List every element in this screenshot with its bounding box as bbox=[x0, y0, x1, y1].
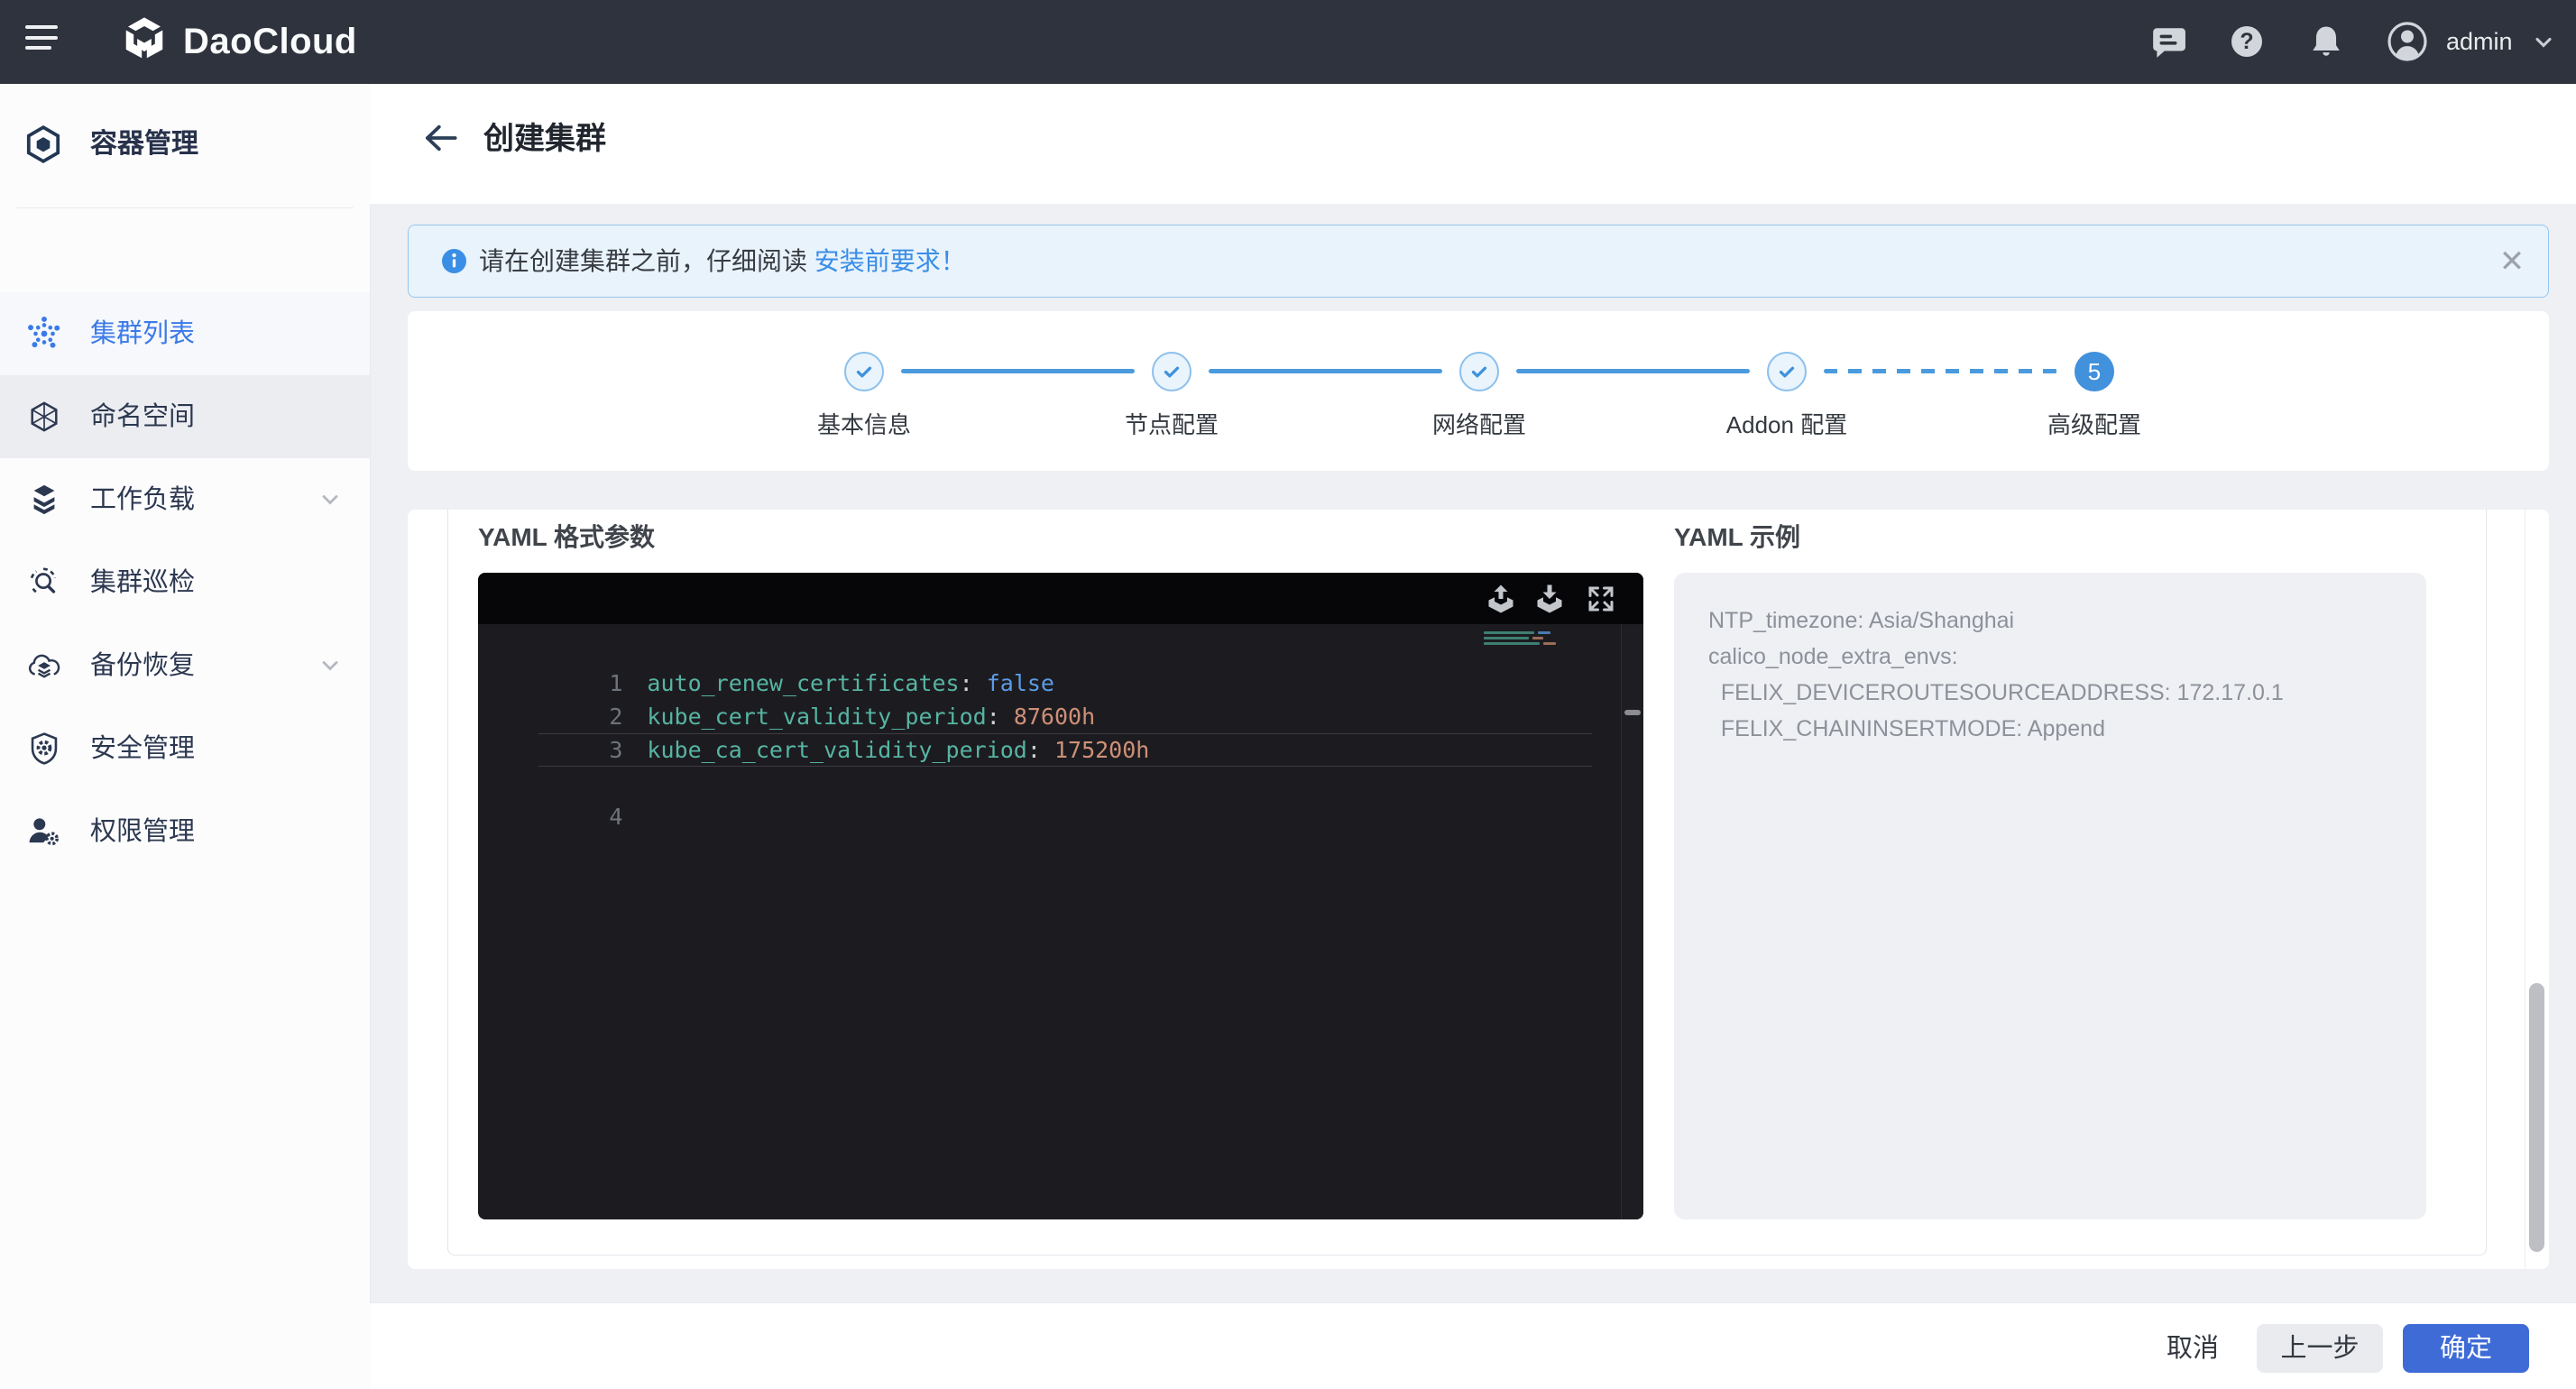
editor-toolbar bbox=[478, 573, 1643, 624]
info-banner: 请在创建集群之前，仔细阅读 安装前要求！ ✕ bbox=[408, 225, 2549, 298]
example-line: FELIX_CHAININSERTMODE: Append bbox=[1708, 711, 2426, 747]
sidebar-title: 容器管理 bbox=[90, 124, 198, 165]
banner-message: 请在创建集群之前，仔细阅读 bbox=[479, 247, 814, 275]
yaml-example-box: NTP_timezone: Asia/Shanghai calico_node_… bbox=[1674, 573, 2426, 1219]
check-icon bbox=[1160, 360, 1183, 383]
example-line: NTP_timezone: Asia/Shanghai bbox=[1708, 603, 2426, 639]
security-management-icon bbox=[27, 731, 61, 766]
sidebar-item-label: 集群巡检 bbox=[90, 541, 195, 624]
stepper: 5 基本信息 节点配置 网络配置 Addon 配置 高级配置 bbox=[408, 311, 2549, 471]
app-screen: DaoCloud ? admin 容器管理 bbox=[0, 0, 2576, 1389]
cancel-button[interactable]: 取消 bbox=[2161, 1324, 2224, 1373]
confirm-button[interactable]: 确定 bbox=[2403, 1324, 2529, 1373]
current-line-highlight bbox=[538, 733, 1592, 767]
step-1-indicator[interactable] bbox=[844, 352, 884, 391]
code-line-3[interactable]: 3kube_ca_cert_validity_period: 175200h bbox=[478, 700, 1643, 733]
backup-restore-icon bbox=[27, 649, 61, 683]
example-line: calico_node_extra_envs: bbox=[1708, 639, 2426, 675]
check-icon bbox=[1775, 360, 1799, 383]
chevron-down-icon[interactable] bbox=[317, 653, 343, 678]
sidebar-item-label: 备份恢复 bbox=[90, 624, 195, 707]
page-scrollbar-thumb[interactable] bbox=[2529, 983, 2544, 1252]
editor-minimap bbox=[1484, 631, 1585, 648]
daocloud-logo-icon[interactable] bbox=[120, 13, 169, 65]
username[interactable]: admin bbox=[2446, 0, 2513, 84]
step-label-basic-info: 基本信息 bbox=[729, 407, 999, 440]
banner-close-icon[interactable]: ✕ bbox=[2492, 242, 2532, 281]
sidebar-item-cluster-list[interactable]: 集群列表 bbox=[0, 292, 370, 375]
sidebar-item-workload[interactable]: 工作负载 bbox=[0, 458, 370, 541]
workload-icon bbox=[27, 483, 61, 517]
top-bar: DaoCloud ? admin bbox=[0, 0, 2576, 84]
page-title: 创建集群 bbox=[483, 115, 606, 163]
yaml-code-editor[interactable]: 1auto_renew_certificates: false 2kube_ce… bbox=[478, 573, 1643, 1219]
line-number: 4 bbox=[586, 800, 622, 833]
step-5-indicator[interactable]: 5 bbox=[2075, 352, 2114, 391]
code-line-1[interactable]: 1auto_renew_certificates: false bbox=[478, 633, 1643, 667]
step-connector bbox=[1516, 369, 1750, 373]
sidebar-item-cluster-inspection[interactable]: 集群巡检 bbox=[0, 541, 370, 624]
editor-scrollbar[interactable] bbox=[1621, 624, 1643, 1219]
help-icon[interactable]: ? bbox=[2229, 23, 2265, 60]
sidebar-item-label: 命名空间 bbox=[90, 375, 195, 458]
sidebar-item-label: 权限管理 bbox=[90, 790, 195, 873]
sidebar-item-label: 工作负载 bbox=[90, 458, 195, 541]
code-line-2[interactable]: 2kube_cert_validity_period: 87600h bbox=[478, 667, 1643, 700]
sidebar-item-security-management[interactable]: 安全管理 bbox=[0, 707, 370, 790]
sidebar-divider bbox=[16, 207, 354, 208]
banner-text: 请在创建集群之前，仔细阅读 安装前要求！ bbox=[479, 225, 966, 297]
check-icon bbox=[852, 360, 876, 383]
step-3-indicator[interactable] bbox=[1459, 352, 1499, 391]
user-menu-chevron-down-icon[interactable] bbox=[2531, 30, 2556, 55]
hamburger-menu-icon[interactable] bbox=[25, 25, 61, 54]
notification-bell-icon[interactable] bbox=[2308, 23, 2344, 60]
brand-name: DaoCloud bbox=[183, 0, 357, 84]
step-label-node-config: 节点配置 bbox=[1036, 407, 1307, 440]
sidebar-item-label: 安全管理 bbox=[90, 707, 195, 790]
fullscreen-icon[interactable] bbox=[1585, 583, 1617, 615]
download-icon[interactable] bbox=[1533, 583, 1566, 615]
user-avatar-icon[interactable] bbox=[2387, 21, 2428, 62]
code-area[interactable]: 1auto_renew_certificates: false 2kube_ce… bbox=[478, 624, 1643, 1219]
yaml-example-title: YAML 示例 bbox=[1674, 521, 1800, 554]
cluster-list-icon bbox=[27, 317, 61, 351]
previous-step-button[interactable]: 上一步 bbox=[2257, 1324, 2383, 1373]
namespace-icon bbox=[27, 400, 61, 434]
container-management-icon bbox=[23, 124, 64, 165]
pre-install-requirements-link[interactable]: 安装前要求！ bbox=[814, 247, 966, 275]
svg-text:?: ? bbox=[2240, 29, 2253, 54]
sidebar-item-backup-restore[interactable]: 备份恢复 bbox=[0, 624, 370, 707]
sidebar-item-permission-management[interactable]: 权限管理 bbox=[0, 790, 370, 873]
info-icon bbox=[442, 249, 466, 273]
sidebar-item-label: 集群列表 bbox=[90, 292, 195, 375]
step-connector-dashed bbox=[1824, 369, 2057, 373]
message-icon[interactable] bbox=[2150, 23, 2186, 60]
page-header bbox=[370, 84, 2576, 204]
step-2-indicator[interactable] bbox=[1152, 352, 1191, 391]
permission-management-icon bbox=[27, 814, 61, 849]
step-4-indicator[interactable] bbox=[1767, 352, 1807, 391]
step-label-advanced-config: 高级配置 bbox=[1959, 407, 2230, 440]
back-arrow-icon[interactable] bbox=[424, 123, 458, 153]
step-label-network-config: 网络配置 bbox=[1344, 407, 1615, 440]
chevron-down-icon[interactable] bbox=[317, 487, 343, 512]
check-icon bbox=[1467, 360, 1491, 383]
sidebar-item-namespace[interactable]: 命名空间 bbox=[0, 375, 370, 458]
footer-action-bar: 取消 上一步 确定 bbox=[370, 1303, 2576, 1389]
code-line-4-current[interactable]: 4 bbox=[478, 733, 1643, 767]
step-connector bbox=[901, 369, 1135, 373]
sidebar: 容器管理 集群列表 命名空间 工作 bbox=[0, 84, 371, 1389]
step-connector bbox=[1209, 369, 1442, 373]
upload-icon[interactable] bbox=[1485, 583, 1517, 615]
example-line: FELIX_DEVICEROUTESOURCEADDRESS: 172.17.0… bbox=[1708, 675, 2426, 711]
yaml-params-title: YAML 格式参数 bbox=[478, 521, 655, 554]
cluster-inspection-icon bbox=[27, 566, 61, 600]
editor-scrollbar-thumb[interactable] bbox=[1624, 710, 1641, 715]
step-label-addon-config: Addon 配置 bbox=[1651, 407, 1922, 440]
